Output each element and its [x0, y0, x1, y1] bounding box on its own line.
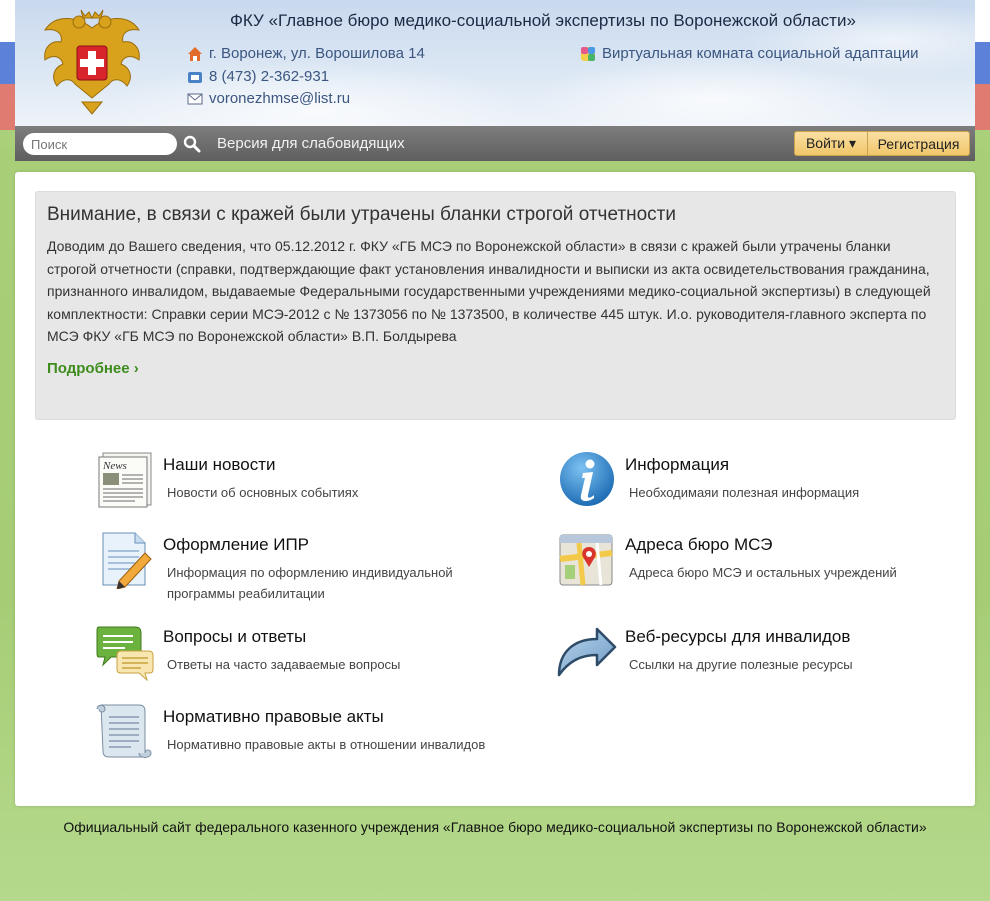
virtual-room-text: Виртуальная комната социальной адаптации [602, 45, 919, 62]
tile-title: Нормативно правовые акты [163, 707, 384, 726]
address-line: г. Воронеж, ул. Ворошилова 14 [187, 45, 425, 62]
tile-desc: Ссылки на другие полезные ресурсы [629, 657, 853, 672]
site-title: ФКУ «Главное бюро медико-социальной эксп… [230, 11, 856, 30]
tile-title: Адреса бюро МСЭ [625, 535, 773, 554]
tile-desc: Нормативно правовые акты в отношении инв… [167, 737, 486, 752]
site-header: ФКУ «Главное бюро медико-социальной эксп… [15, 0, 975, 126]
tile-faq[interactable]: Вопросы и ответы Ответы на часто задавае… [95, 621, 495, 701]
svg-text:News: News [102, 460, 127, 472]
tile-ipr[interactable]: Оформление ИПР Информация по оформлению … [95, 529, 495, 609]
login-button[interactable]: Войти ▾ [794, 131, 868, 156]
home-icon [188, 46, 202, 61]
tile-desc: Информация по оформлению индивидуальной … [167, 565, 453, 601]
notice-more-link[interactable]: Подробнее › [47, 360, 139, 377]
search-icon[interactable] [183, 135, 201, 153]
chat-bubbles-icon [96, 626, 154, 681]
tile-title: Веб-ресурсы для инвалидов [625, 627, 851, 646]
tile-desc: Необходимаяи полезная информация [629, 485, 860, 500]
phone-icon [188, 71, 202, 83]
scroll-icon [96, 704, 152, 758]
palette-icon [581, 46, 595, 61]
tile-news[interactable]: News Наши новости Новости об основных со… [95, 449, 495, 529]
main-content: Внимание, в связи с кражей были утрачены… [15, 172, 975, 806]
tile-title: Вопросы и ответы [163, 627, 307, 646]
phone-line: 8 (473) 2-362-931 [187, 68, 329, 85]
tile-information[interactable]: Информация Необходимаяи полезная информа… [557, 449, 957, 529]
email-link[interactable]: voronezhmse@list.ru [209, 90, 350, 107]
tile-addresses[interactable]: Адреса бюро МСЭ Адреса бюро МСЭ и осталь… [557, 529, 957, 609]
info-icon [560, 452, 614, 506]
register-button[interactable]: Регистрация [867, 131, 970, 156]
tile-desc: Ответы на часто задаваемые вопросы [167, 657, 401, 672]
search-input[interactable] [23, 133, 177, 155]
email-line: voronezhmse@list.ru [187, 90, 350, 107]
tile-title: Наши новости [163, 455, 276, 474]
envelope-icon [187, 93, 203, 104]
tile-legal-acts[interactable]: Нормативно правовые акты Нормативно прав… [95, 701, 495, 781]
navbar: Версия для слабовидящих Войти ▾ Регистра… [15, 126, 975, 161]
notice-title: Внимание, в связи с кражей были утрачены… [47, 204, 676, 225]
phone-text[interactable]: 8 (473) 2-362-931 [209, 68, 329, 85]
address-text: г. Воронеж, ул. Ворошилова 14 [209, 45, 425, 62]
emblem-icon[interactable] [37, 6, 147, 118]
tile-title: Оформление ИПР [163, 535, 310, 554]
tile-title: Информация [625, 455, 730, 474]
newspaper-icon: News [98, 452, 152, 508]
notice-text: Доводим до Вашего сведения, что 05.12.20… [47, 238, 931, 345]
map-pin-icon [559, 534, 613, 586]
tile-desc: Новости об основных событиях [167, 485, 359, 500]
notice-box: Внимание, в связи с кражей были утрачены… [35, 191, 956, 420]
tile-desc: Адреса бюро МСЭ и остальных учреждений [629, 565, 897, 580]
footer-text: Официальный сайт федерального казенного … [63, 819, 927, 835]
document-pencil-icon [102, 532, 152, 589]
tile-web-resources[interactable]: Веб-ресурсы для инвалидов Ссылки на друг… [557, 621, 957, 701]
curved-arrow-icon [557, 627, 617, 677]
low-vision-link[interactable]: Версия для слабовидящих [217, 135, 405, 152]
virtual-room-link[interactable]: Виртуальная комната социальной адаптации [580, 45, 919, 62]
